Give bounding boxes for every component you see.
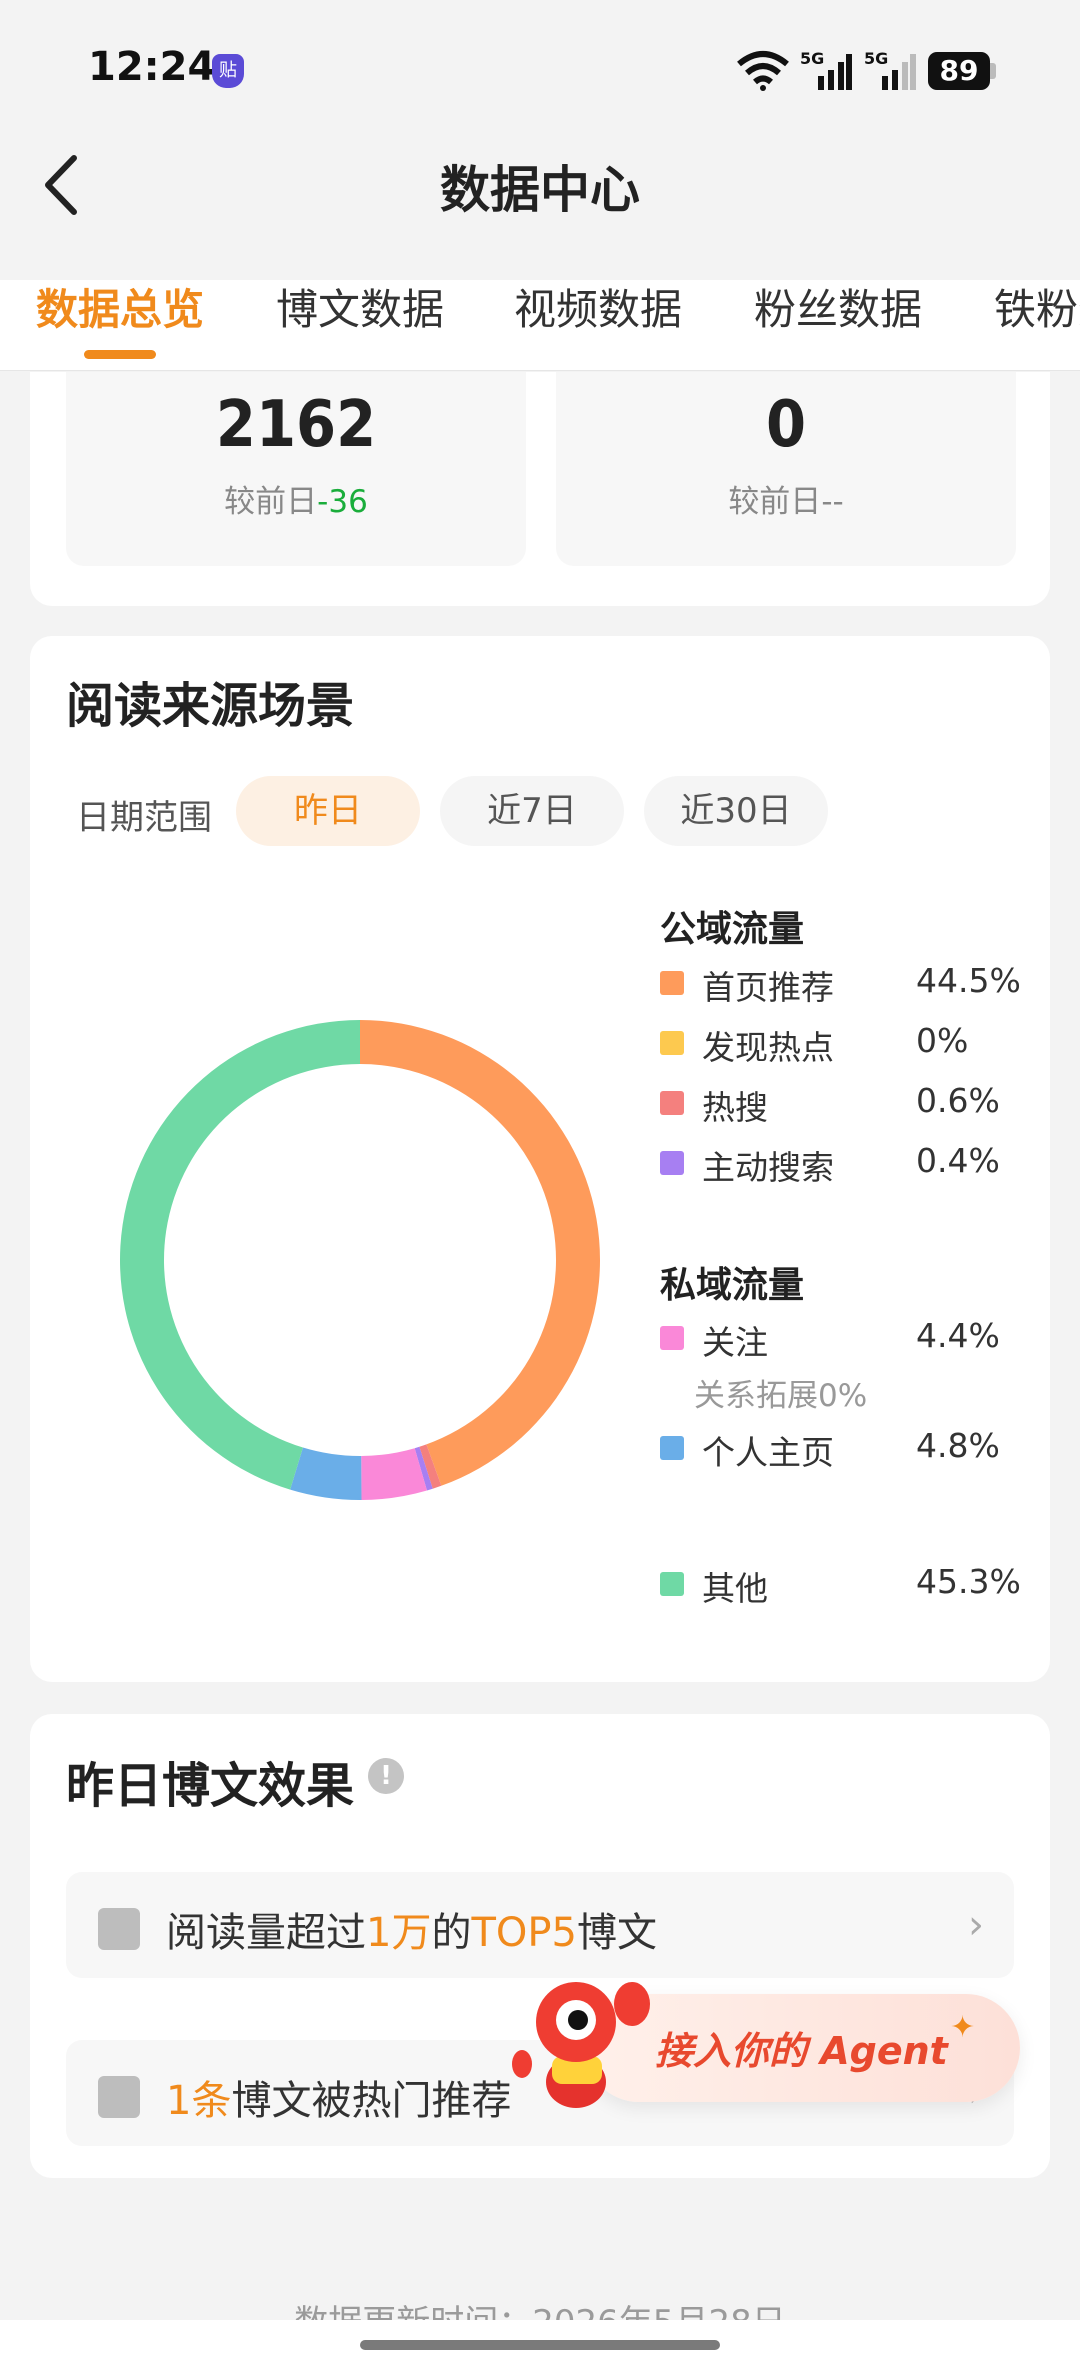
date-chip-yesterday[interactable]: 昨日	[236, 776, 420, 846]
svg-text:5G: 5G	[864, 49, 888, 68]
legend-swatch	[660, 1326, 684, 1350]
mascot-icon	[512, 1982, 650, 2108]
legend-label: 关注	[702, 1323, 768, 1362]
legend-swatch	[660, 1572, 684, 1596]
stat-box-reads[interactable]: 2162 较前日-36	[66, 372, 526, 566]
donut-slice	[360, 1020, 601, 1486]
legend-item: 热搜 0.6%	[660, 1081, 1060, 1131]
section-title-sources: 阅读来源场景	[66, 678, 355, 734]
stat-value: 2162	[215, 388, 377, 462]
stat-compare: 较前日--	[728, 484, 844, 520]
notification-app-icon: 贴	[212, 54, 244, 88]
tab-fans[interactable]: 粉丝数据	[754, 280, 922, 370]
battery-tip	[990, 63, 996, 79]
legend-swatch	[660, 1436, 684, 1460]
effect-row-text: 阅读量超过1万的TOP5博文	[166, 1910, 657, 1956]
tab-videos[interactable]: 视频数据	[514, 280, 682, 370]
legend-heading-public: 公域流量	[660, 909, 805, 950]
legend-value: 0%	[916, 1021, 969, 1060]
legend-value: 45.3%	[916, 1562, 1021, 1601]
effect-row-text: 1条博文被热门推荐	[166, 2078, 512, 2124]
legend-item: 主动搜索 0.4%	[660, 1141, 1060, 1191]
legend-label: 主动搜索	[702, 1148, 834, 1187]
legend-heading-private: 私域流量	[660, 1265, 805, 1306]
tab-bar: 数据总览 博文数据 视频数据 粉丝数据 铁粉数	[0, 280, 1080, 371]
legend-label: 首页推荐	[702, 968, 834, 1007]
page-title: 数据中心	[440, 161, 640, 219]
legend-swatch	[660, 1151, 684, 1175]
info-icon[interactable]: !	[368, 1758, 404, 1794]
date-range-label: 日期范围	[76, 798, 212, 838]
signal-icon-1: 5G	[800, 49, 852, 90]
tab-iron-fans[interactable]: 铁粉数	[994, 280, 1080, 370]
sparkle-icon: ✦	[950, 2010, 976, 2045]
legend-value: 4.8%	[916, 1426, 1000, 1465]
donut-chart	[119, 1020, 601, 1500]
chevron-right-icon: ›	[968, 1902, 984, 1948]
legend-swatch	[660, 1031, 684, 1055]
home-indicator[interactable]	[360, 2340, 720, 2350]
tab-posts[interactable]: 博文数据	[276, 280, 444, 370]
legend-swatch	[660, 1091, 684, 1115]
status-time: 12:24	[88, 44, 216, 90]
legend-item: 个人主页 4.8%	[660, 1426, 1060, 1476]
legend-value: 44.5%	[916, 961, 1021, 1000]
legend-label: 个人主页	[702, 1433, 834, 1472]
date-chip-30days[interactable]: 近30日	[644, 776, 828, 846]
active-tab-indicator	[84, 350, 156, 359]
legend-subnote: 关系拓展0%	[694, 1378, 868, 1414]
legend-label: 其他	[702, 1569, 768, 1608]
legend-value: 0.6%	[916, 1081, 1000, 1120]
signal-icon-2: 5G	[864, 49, 916, 90]
stat-value: 0	[765, 388, 807, 462]
legend-item: 发现热点 0%	[660, 1021, 1060, 1071]
bookmark-star-icon	[98, 2076, 140, 2118]
legend-item: 首页推荐 44.5%	[660, 961, 1060, 1011]
legend-item: 关注 4.4%	[660, 1316, 1060, 1366]
stat-box-second[interactable]: 0 较前日--	[556, 372, 1016, 566]
battery-level: 89	[928, 52, 990, 90]
section-title-effects: 昨日博文效果	[66, 1758, 355, 1814]
stat-compare: 较前日-36	[224, 484, 368, 520]
donut-slice	[290, 1447, 362, 1500]
legend-swatch	[660, 971, 684, 995]
legend-item: 其他 45.3%	[660, 1562, 1060, 1612]
wifi-icon	[737, 51, 789, 91]
legend-label: 发现热点	[702, 1028, 834, 1067]
bookmark-star-icon	[98, 1908, 140, 1950]
agent-label: 接入你的 Agent	[655, 2029, 948, 2073]
donut-slice	[119, 1020, 361, 1490]
svg-text:5G: 5G	[800, 49, 824, 68]
legend-label: 热搜	[702, 1088, 768, 1127]
date-chip-7days[interactable]: 近7日	[440, 776, 624, 846]
legend-value: 0.4%	[916, 1141, 1000, 1180]
legend-value: 4.4%	[916, 1316, 1000, 1355]
effect-row-top5[interactable]: 阅读量超过1万的TOP5博文 ›	[66, 1872, 1014, 1978]
